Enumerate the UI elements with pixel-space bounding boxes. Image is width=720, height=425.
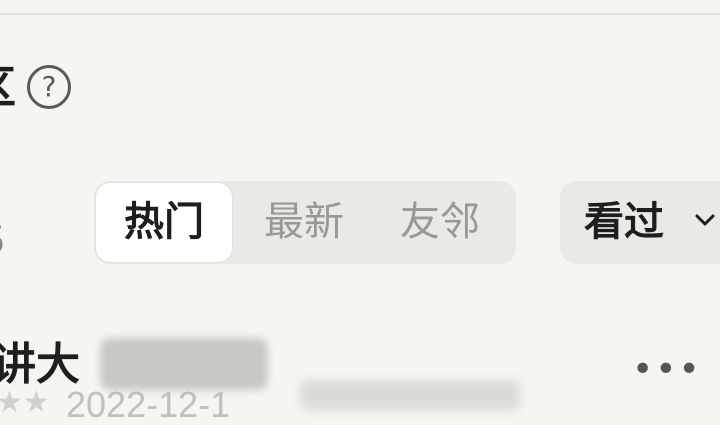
tab-hot[interactable]: 热门 bbox=[96, 183, 232, 262]
item-date: 2022-12-1 bbox=[66, 384, 231, 425]
more-options-icon[interactable]: ••• bbox=[632, 352, 702, 388]
count-text: 5 bbox=[0, 216, 4, 264]
tab-neighbors[interactable]: 友邻 bbox=[380, 183, 500, 262]
redacted-username bbox=[100, 338, 268, 390]
redacted-meta bbox=[300, 380, 520, 410]
help-icon[interactable]: ? bbox=[27, 65, 71, 109]
tab-latest[interactable]: 最新 bbox=[244, 183, 364, 262]
section-title: 区 bbox=[0, 64, 16, 112]
star-icon: ★★ bbox=[0, 385, 50, 420]
chevron-down-icon bbox=[695, 214, 715, 226]
viewed-filter-label: 看过 bbox=[584, 199, 664, 245]
top-divider bbox=[0, 13, 720, 15]
sort-tabs: 热门 最新 友邻 bbox=[94, 181, 516, 264]
viewed-filter-dropdown[interactable]: 看过 bbox=[560, 181, 720, 264]
